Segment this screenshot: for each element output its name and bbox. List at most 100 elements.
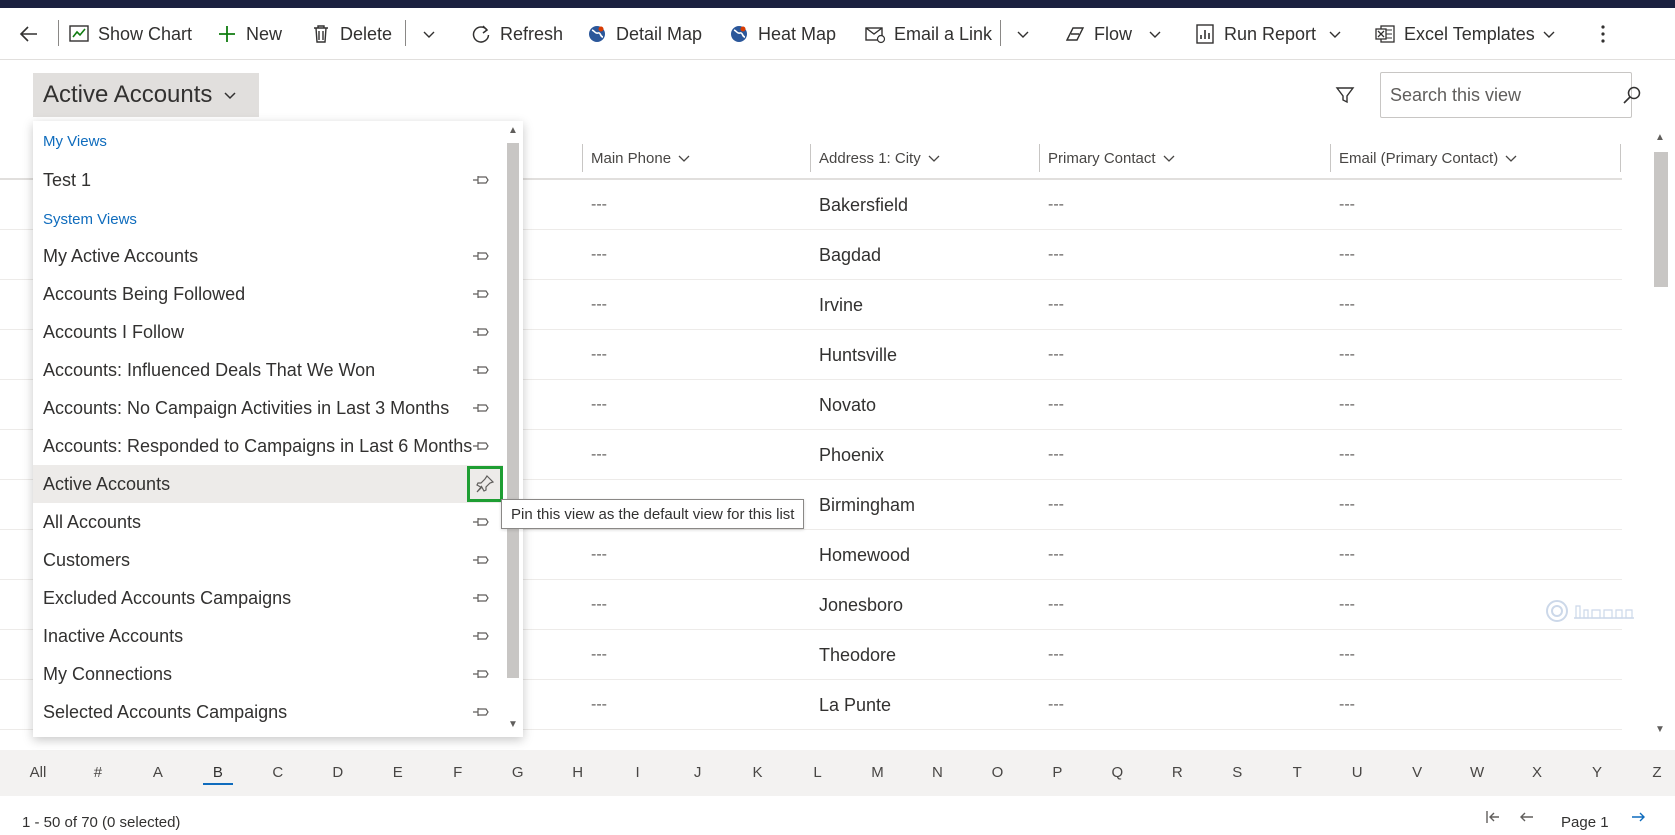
cell-city: Bagdad [819, 244, 882, 265]
jump-letter[interactable]: Y [1582, 764, 1612, 781]
next-page-button[interactable] [1629, 808, 1647, 830]
new-button[interactable]: New [216, 16, 282, 52]
jump-letter[interactable]: W [1462, 764, 1492, 781]
heat-map-button[interactable]: Heat Map [728, 16, 836, 52]
view-item-influenced-deals[interactable]: Accounts: Influenced Deals That We Won [33, 351, 503, 389]
jump-letter[interactable]: L [803, 764, 833, 781]
jump-letter[interactable]: T [1282, 764, 1312, 781]
watermark-logo [1546, 600, 1634, 622]
run-report-button[interactable]: Run Report [1194, 16, 1316, 52]
scroll-down-icon[interactable]: ▼ [1655, 724, 1665, 735]
back-button[interactable] [18, 16, 48, 52]
column-header-main-phone[interactable]: Main Phone [582, 136, 691, 180]
flow-icon [1064, 23, 1086, 45]
cell-main-phone: --- [591, 696, 607, 713]
jump-letter[interactable]: I [623, 764, 653, 781]
overflow-menu-button[interactable] [1590, 16, 1616, 52]
email-link-dropdown[interactable] [1010, 16, 1036, 52]
scrollbar-thumb[interactable] [507, 143, 519, 678]
scroll-up-icon[interactable]: ▲ [1655, 132, 1665, 143]
cell-main-phone: --- [591, 296, 607, 313]
previous-page-button[interactable] [1518, 808, 1536, 830]
pin-button[interactable] [471, 246, 491, 266]
jump-letter[interactable]: G [503, 764, 533, 781]
refresh-button[interactable]: Refresh [470, 16, 563, 52]
view-item-customers[interactable]: Customers [33, 541, 503, 579]
grid-scrollbar[interactable]: ▲ ▼ [1652, 130, 1670, 740]
pin-icon [473, 328, 489, 336]
jump-letter[interactable]: H [563, 764, 593, 781]
jump-letter[interactable]: J [683, 764, 713, 781]
view-item-active-accounts[interactable]: Active Accounts [33, 465, 503, 503]
jump-letter[interactable]: B [202, 764, 233, 785]
jump-letter[interactable]: Q [1102, 764, 1132, 781]
excel-templates-label: Excel Templates [1404, 23, 1535, 44]
pin-button[interactable] [471, 284, 491, 304]
jump-letter[interactable]: A [143, 764, 173, 781]
scroll-up-icon[interactable]: ▲ [508, 125, 518, 136]
view-item-inactive-accounts[interactable]: Inactive Accounts [33, 617, 503, 655]
jump-letter[interactable]: R [1162, 764, 1192, 781]
search-button[interactable] [1622, 85, 1642, 105]
show-chart-button[interactable]: Show Chart [68, 16, 192, 52]
jump-letter[interactable]: Z [1642, 764, 1672, 781]
view-item-all-accounts[interactable]: All Accounts [33, 503, 503, 541]
jump-letter[interactable]: S [1222, 764, 1252, 781]
column-header-primary-contact[interactable]: Primary Contact [1039, 136, 1176, 180]
jump-letter[interactable]: N [922, 764, 952, 781]
view-item-excluded-accounts-campaigns[interactable]: Excluded Accounts Campaigns [33, 579, 503, 617]
search-input[interactable] [1381, 73, 1622, 117]
jump-letter[interactable]: M [862, 764, 892, 781]
view-item-my-active-accounts[interactable]: My Active Accounts [33, 237, 503, 275]
first-page-button[interactable] [1484, 808, 1502, 830]
view-selector-button[interactable]: Active Accounts [33, 73, 259, 117]
view-item-responded-to-campaigns[interactable]: Accounts: Responded to Campaigns in Last… [33, 427, 503, 465]
jump-letter[interactable]: D [323, 764, 353, 781]
scroll-down-icon[interactable]: ▼ [508, 719, 518, 730]
pin-button[interactable] [471, 170, 491, 190]
excel-templates-button[interactable]: Excel Templates [1374, 16, 1535, 52]
view-item-no-campaign-activities[interactable]: Accounts: No Campaign Activities in Last… [33, 389, 503, 427]
view-item-accounts-being-followed[interactable]: Accounts Being Followed [33, 275, 503, 313]
jump-letter[interactable]: All [23, 764, 53, 781]
view-item-accounts-i-follow[interactable]: Accounts I Follow [33, 313, 503, 351]
jump-letter[interactable]: O [982, 764, 1012, 781]
excel-templates-dropdown[interactable] [1536, 16, 1562, 52]
pin-button[interactable] [471, 322, 491, 342]
jump-letter[interactable]: P [1042, 764, 1072, 781]
view-item-selected-accounts-campaigns[interactable]: Selected Accounts Campaigns [33, 693, 503, 731]
pin-button[interactable] [471, 626, 491, 646]
pin-button[interactable] [471, 512, 491, 532]
delete-button[interactable]: Delete [310, 16, 392, 52]
jump-letter[interactable]: E [383, 764, 413, 781]
pin-button[interactable] [471, 436, 491, 456]
jump-letter[interactable]: U [1342, 764, 1372, 781]
run-report-dropdown[interactable] [1322, 16, 1348, 52]
pin-button[interactable] [471, 398, 491, 418]
pin-button[interactable] [471, 550, 491, 570]
more-commands-dropdown[interactable] [416, 16, 442, 52]
view-item-test-1[interactable]: Test 1 [33, 161, 503, 199]
jump-letter[interactable]: C [263, 764, 293, 781]
pin-default-view-button[interactable] [467, 466, 503, 502]
pin-button[interactable] [471, 588, 491, 608]
jump-letter[interactable]: # [83, 764, 113, 781]
flow-button[interactable]: Flow [1064, 16, 1132, 52]
pin-button[interactable] [471, 702, 491, 722]
jump-letter[interactable]: V [1402, 764, 1432, 781]
flow-dropdown[interactable] [1142, 16, 1168, 52]
filter-button[interactable] [1334, 84, 1356, 111]
jump-letter[interactable]: K [743, 764, 773, 781]
email-link-button[interactable]: Email a Link [864, 16, 992, 52]
column-header-email[interactable]: Email (Primary Contact) [1330, 136, 1518, 180]
pin-button[interactable] [471, 360, 491, 380]
column-header-city[interactable]: Address 1: City [810, 136, 941, 180]
detail-map-button[interactable]: Detail Map [586, 16, 702, 52]
view-item-my-connections[interactable]: My Connections [33, 655, 503, 693]
view-item-label: Inactive Accounts [43, 625, 184, 646]
scrollbar-thumb[interactable] [1654, 152, 1668, 287]
jump-letter[interactable]: X [1522, 764, 1552, 781]
dropdown-scrollbar[interactable]: ▲ ▼ [503, 121, 523, 737]
pin-button[interactable] [471, 664, 491, 684]
jump-letter[interactable]: F [443, 764, 473, 781]
